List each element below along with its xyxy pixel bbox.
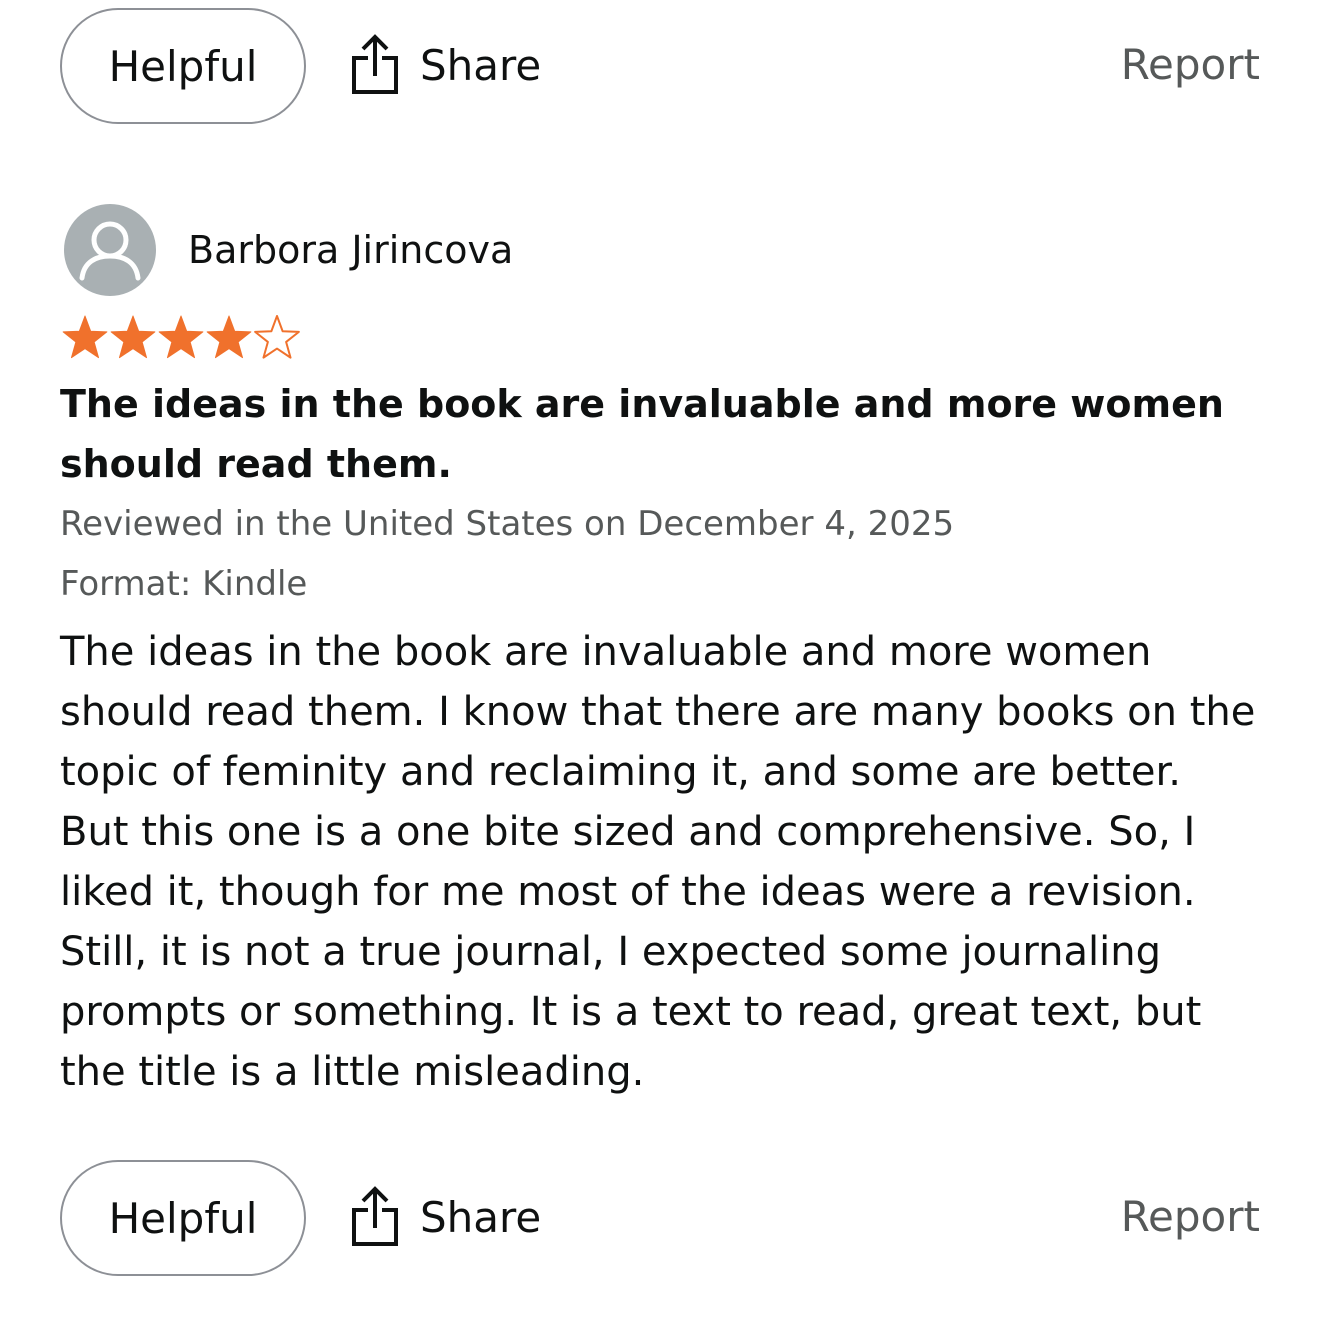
helpful-button[interactable]: Helpful	[60, 8, 306, 124]
review-format: Format: Kindle	[60, 564, 308, 604]
star-rating-icons	[62, 315, 300, 359]
helpful-button[interactable]: Helpful	[60, 1160, 306, 1276]
report-link[interactable]: Report	[1121, 1192, 1260, 1241]
filled-star-icon	[158, 315, 204, 359]
share-button[interactable]: Share	[350, 1186, 541, 1248]
share-button-label: Share	[420, 40, 542, 90]
empty-star-icon	[254, 315, 300, 359]
reviewer-profile[interactable]: Barbora Jirincova	[60, 200, 1260, 300]
filled-star-icon	[206, 315, 252, 359]
user-avatar-icon	[79, 221, 141, 281]
report-link[interactable]: Report	[1121, 40, 1260, 89]
share-icon	[352, 1186, 398, 1246]
avatar	[64, 204, 156, 296]
filled-star-icon	[110, 315, 156, 359]
filled-star-icon	[62, 315, 108, 359]
share-button-label: Share	[420, 1192, 542, 1242]
review-body: The ideas in the book are invaluable and…	[60, 629, 1256, 1095]
reviewer-name: Barbora Jirincova	[188, 228, 514, 272]
share-icon	[352, 34, 398, 94]
bottom-action-bar: Helpful Share Report	[60, 1160, 1260, 1276]
share-button[interactable]: Share	[350, 34, 541, 96]
helpful-button-label: Helpful	[108, 1193, 258, 1243]
top-action-bar: Helpful Share Report	[60, 8, 1260, 124]
star-rating	[60, 312, 1260, 364]
review-date: Reviewed in the United States on Decembe…	[60, 504, 955, 544]
review-title[interactable]: The ideas in the book are invaluable and…	[60, 374, 1260, 494]
review: Barbora Jirincova The ideas in the book …	[60, 200, 1260, 1102]
helpful-button-label: Helpful	[108, 41, 258, 91]
